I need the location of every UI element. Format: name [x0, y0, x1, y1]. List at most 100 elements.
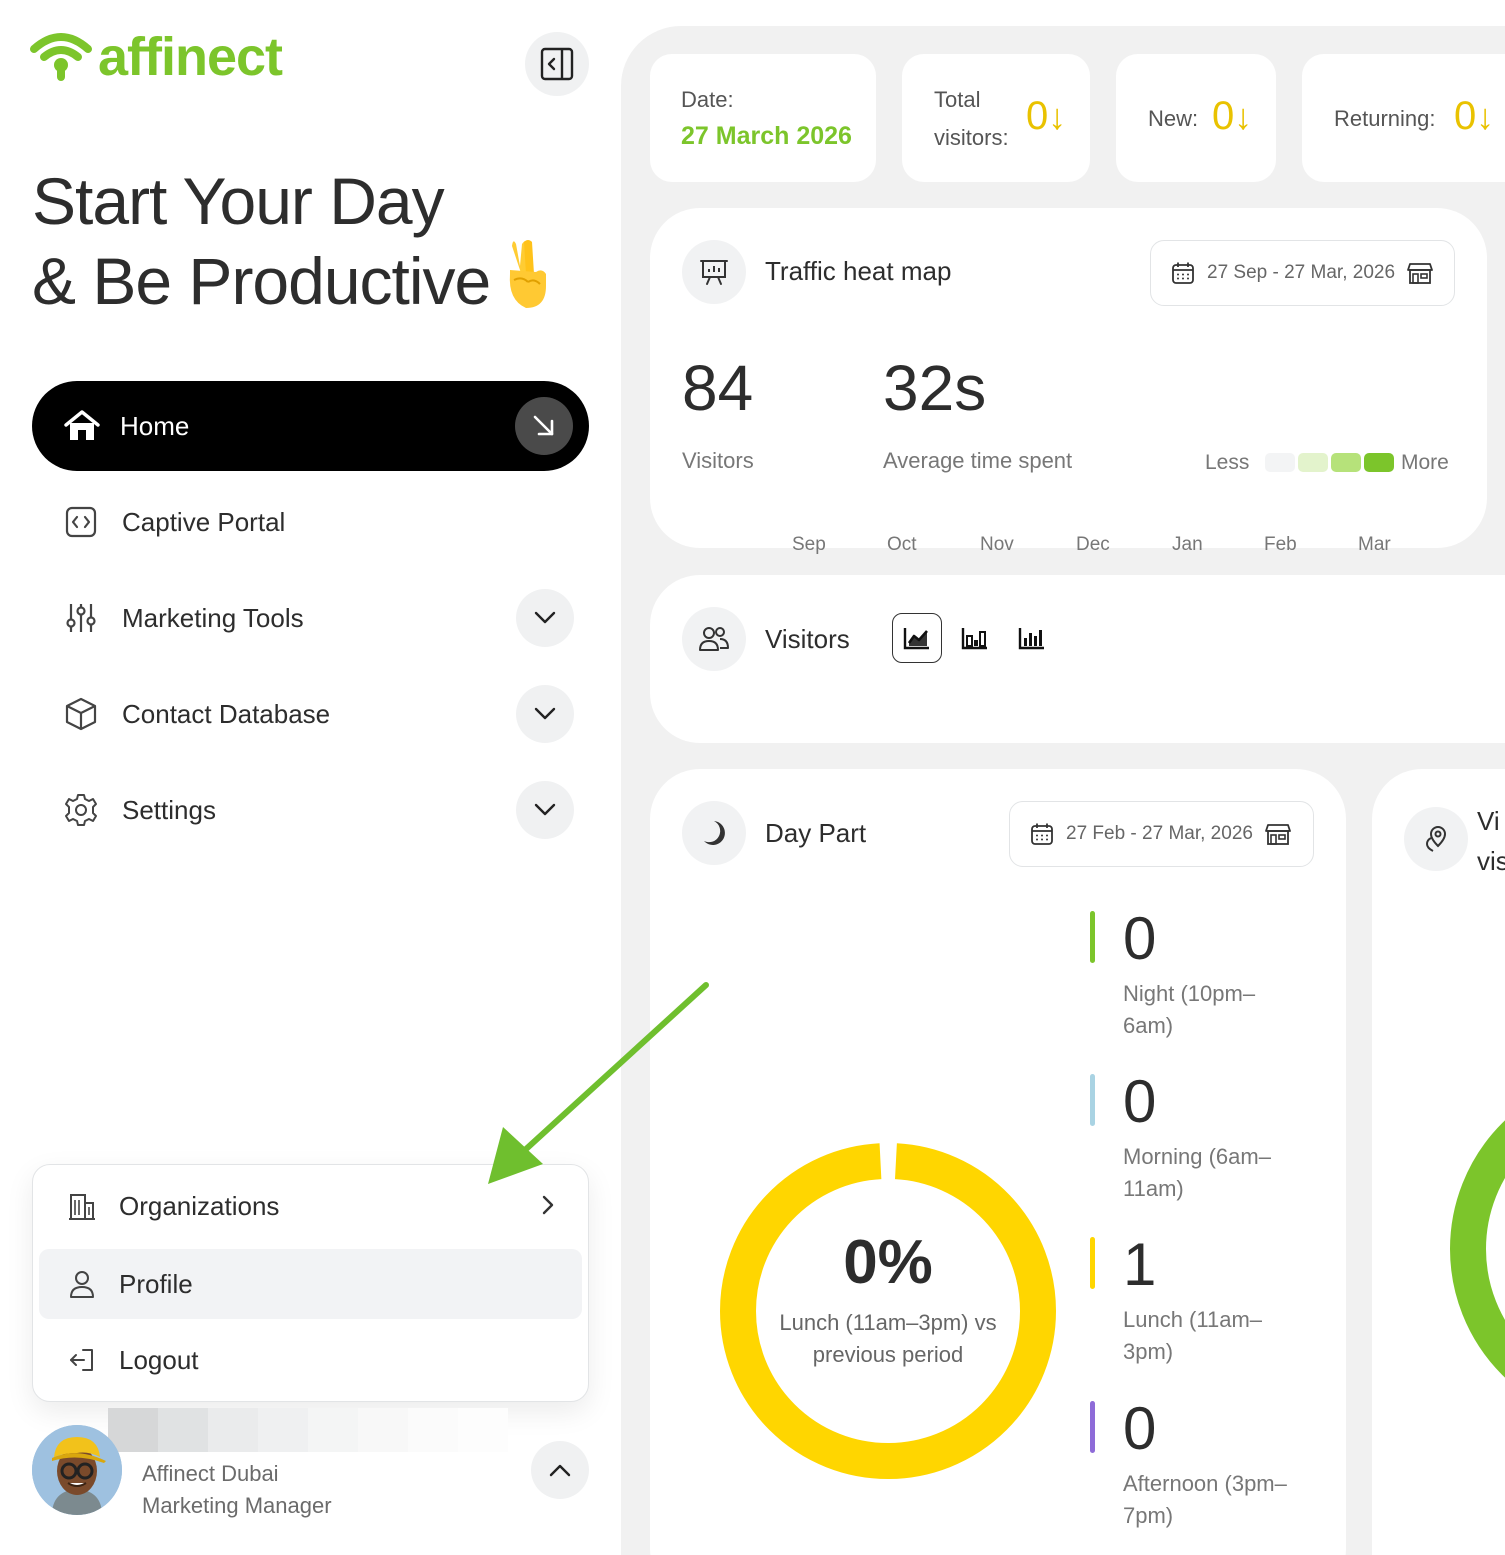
total-visitors-label-1: Total: [934, 87, 981, 112]
nav-captive-portal-label: Captive Portal: [122, 506, 286, 537]
wifi-logo-icon: [30, 33, 92, 81]
legend-swatch: [1331, 453, 1361, 472]
logout-icon: [70, 1349, 93, 1371]
month-label: Oct: [887, 534, 917, 555]
sidebar: affinect Start Your Day & Be Productive …: [0, 0, 620, 1555]
menu-item-organizations[interactable]: Organizations: [39, 1171, 582, 1241]
expand-settings-button[interactable]: [516, 781, 574, 839]
partial-ring-chart: [1450, 1120, 1505, 1378]
day-part-color-bar: [1090, 911, 1095, 963]
day-part-date-range: 27 Feb - 27 Mar, 2026: [1066, 823, 1253, 844]
total-visitors-value: 0: [1026, 94, 1049, 138]
nav-item-captive-portal[interactable]: Captive Portal: [64, 492, 574, 552]
bar-chart-icon: [1018, 628, 1044, 650]
expand-contact-database-button[interactable]: [516, 685, 574, 743]
account-menu: Organizations Profile Logout: [32, 1164, 589, 1402]
expand-marketing-tools-button[interactable]: [516, 589, 574, 647]
day-part-label-line-2: 7pm): [1123, 1503, 1174, 1528]
month-label: Jan: [1172, 534, 1203, 555]
heat-map-legend-swatches: [1265, 453, 1394, 472]
donut-caption-line-1: Lunch (11am–3pm) vs: [779, 1310, 997, 1335]
menu-item-profile[interactable]: Profile: [39, 1249, 582, 1319]
victory-hand-icon: [502, 240, 552, 326]
partial-location-card: Vi vis: [1372, 769, 1505, 1555]
menu-item-logout[interactable]: Logout: [39, 1325, 582, 1395]
nav-home-label: Home: [120, 410, 190, 441]
home-go-button[interactable]: [515, 397, 573, 455]
cube-icon: [65, 697, 97, 731]
nav-item-contact-database[interactable]: Contact Database: [64, 684, 574, 744]
location-icon-wrap: [1404, 807, 1468, 871]
day-part-card: Day Part 27 Feb - 27 Mar, 2026 0% Lunch …: [650, 769, 1346, 1555]
total-visitors-card: Total visitors: 0 ↓: [902, 54, 1090, 182]
nav-marketing-tools-label: Marketing Tools: [122, 602, 304, 633]
user-menu-toggle-button[interactable]: [531, 1441, 589, 1499]
donut-caption-line-2: previous period: [812, 1342, 964, 1367]
greeting-heading: Start Your Day & Be Productive: [32, 162, 552, 326]
nav-item-home[interactable]: Home: [32, 381, 589, 471]
day-part-label-line-1: Morning (6am–: [1123, 1144, 1271, 1169]
storefront-icon: [1407, 263, 1433, 284]
users-icon: [699, 627, 729, 651]
chart-type-line-button[interactable]: [892, 613, 942, 663]
half-moon-icon: [704, 821, 725, 845]
day-part-value: 0: [1123, 1068, 1157, 1135]
month-label: Dec: [1076, 534, 1110, 555]
sidebar-collapse-icon: [540, 47, 574, 81]
partial-card-title-line-2: vis: [1477, 846, 1505, 876]
day-part-color-bar: [1090, 1401, 1095, 1453]
presentation-chart-icon: [700, 260, 728, 285]
greeting-line-2: & Be Productive: [32, 244, 491, 318]
trend-down-arrow-icon: ↓: [1048, 96, 1067, 137]
heat-map-date-range-picker[interactable]: 27 Sep - 27 Mar, 2026: [1150, 240, 1455, 306]
chart-type-bar-button[interactable]: [1007, 613, 1057, 663]
calendar-icon: [1031, 823, 1053, 845]
brand-logo[interactable]: affinect: [30, 30, 283, 84]
storefront-icon: [1265, 824, 1291, 845]
day-part-label: Morning (6am– 11am): [1123, 1141, 1271, 1205]
line-chart-icon: [903, 628, 929, 650]
menu-organizations-label: Organizations: [119, 1190, 280, 1221]
day-part-value: 0: [1123, 1395, 1157, 1462]
donut-caption: Lunch (11am–3pm) vs previous period: [718, 1307, 1058, 1371]
user-role: Marketing Manager: [142, 1493, 332, 1518]
day-part-label-line-2: 6am): [1123, 1013, 1174, 1038]
avatar-memoji-icon: [32, 1425, 122, 1515]
arrow-down-right-icon: [533, 415, 554, 436]
chart-type-grouped-bar-button[interactable]: [950, 613, 1000, 663]
chevron-down-icon: [534, 611, 556, 624]
heat-map-date-range: 27 Sep - 27 Mar, 2026: [1207, 262, 1396, 283]
heat-map-avg-time-label: Average time spent: [883, 448, 1073, 473]
total-visitors-label-2: visitors:: [934, 125, 1009, 150]
returning-visitors-card: Returning: 0 ↓: [1302, 54, 1505, 182]
chevron-right-icon: [542, 1195, 554, 1215]
month-label: Nov: [980, 534, 1014, 555]
heat-map-avg-time-value: 32s: [883, 352, 987, 424]
trend-down-arrow-icon: ↓: [1234, 96, 1253, 137]
chevron-down-icon: [534, 707, 556, 720]
legend-swatch: [1265, 453, 1295, 472]
nav-settings-label: Settings: [122, 794, 216, 825]
calendar-icon: [1172, 262, 1194, 284]
menu-logout-label: Logout: [119, 1344, 199, 1375]
pixelated-overlay: [108, 1408, 508, 1452]
new-visitors-label: New:: [1148, 106, 1199, 131]
new-visitors-card: New: 0 ↓: [1116, 54, 1276, 182]
date-label: Date:: [681, 87, 734, 112]
traffic-heat-map-title: Traffic heat map: [765, 256, 952, 286]
day-part-icon-wrap: [682, 801, 746, 865]
day-part-date-range-picker[interactable]: 27 Feb - 27 Mar, 2026: [1009, 801, 1314, 867]
partial-card-title-line-1: Vi: [1477, 806, 1500, 836]
partial-card-title: Vi vis: [1477, 801, 1505, 881]
nav-item-settings[interactable]: Settings: [64, 780, 574, 840]
chevron-down-icon: [534, 803, 556, 816]
day-part-color-bar: [1090, 1237, 1095, 1289]
collapse-sidebar-button[interactable]: [525, 32, 589, 96]
visitors-card-title: Visitors: [765, 624, 850, 654]
heat-map-legend-less: Less: [1205, 451, 1250, 474]
day-part-label: Afternoon (3pm– 7pm): [1123, 1468, 1287, 1532]
day-part-label: Lunch (11am– 3pm): [1123, 1304, 1262, 1368]
home-icon: [64, 410, 100, 440]
new-visitors-value: 0: [1212, 94, 1235, 138]
nav-item-marketing-tools[interactable]: Marketing Tools: [64, 588, 574, 648]
